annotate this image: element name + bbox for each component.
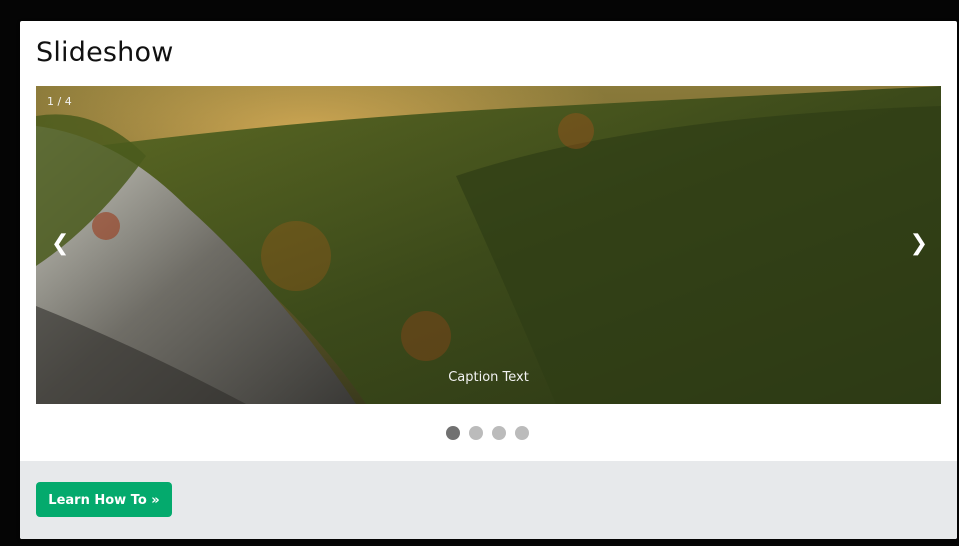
page-title: Slideshow [36, 37, 174, 68]
next-slide-button[interactable]: ❯ [902, 231, 936, 257]
learn-how-to-button[interactable]: Learn How To » [36, 482, 172, 517]
slide-dot-2[interactable] [469, 426, 483, 440]
slide-caption: Caption Text [448, 370, 529, 385]
slide-dot-3[interactable] [492, 426, 506, 440]
slide-image [36, 86, 941, 404]
slide-image-container: 1 / 4 ❮ ❯ Caption Text [36, 86, 941, 404]
slide-dot-1[interactable] [446, 426, 460, 440]
slide-counter: 1 / 4 [47, 95, 72, 108]
slide-dot-4[interactable] [515, 426, 529, 440]
slideshow-card: Slideshow 1 / 4 ❮ ❯ Caption Text Learn H… [20, 21, 957, 539]
card-footer: Learn How To » [20, 461, 957, 539]
prev-slide-button[interactable]: ❮ [43, 231, 77, 257]
slide-dots [446, 426, 529, 440]
